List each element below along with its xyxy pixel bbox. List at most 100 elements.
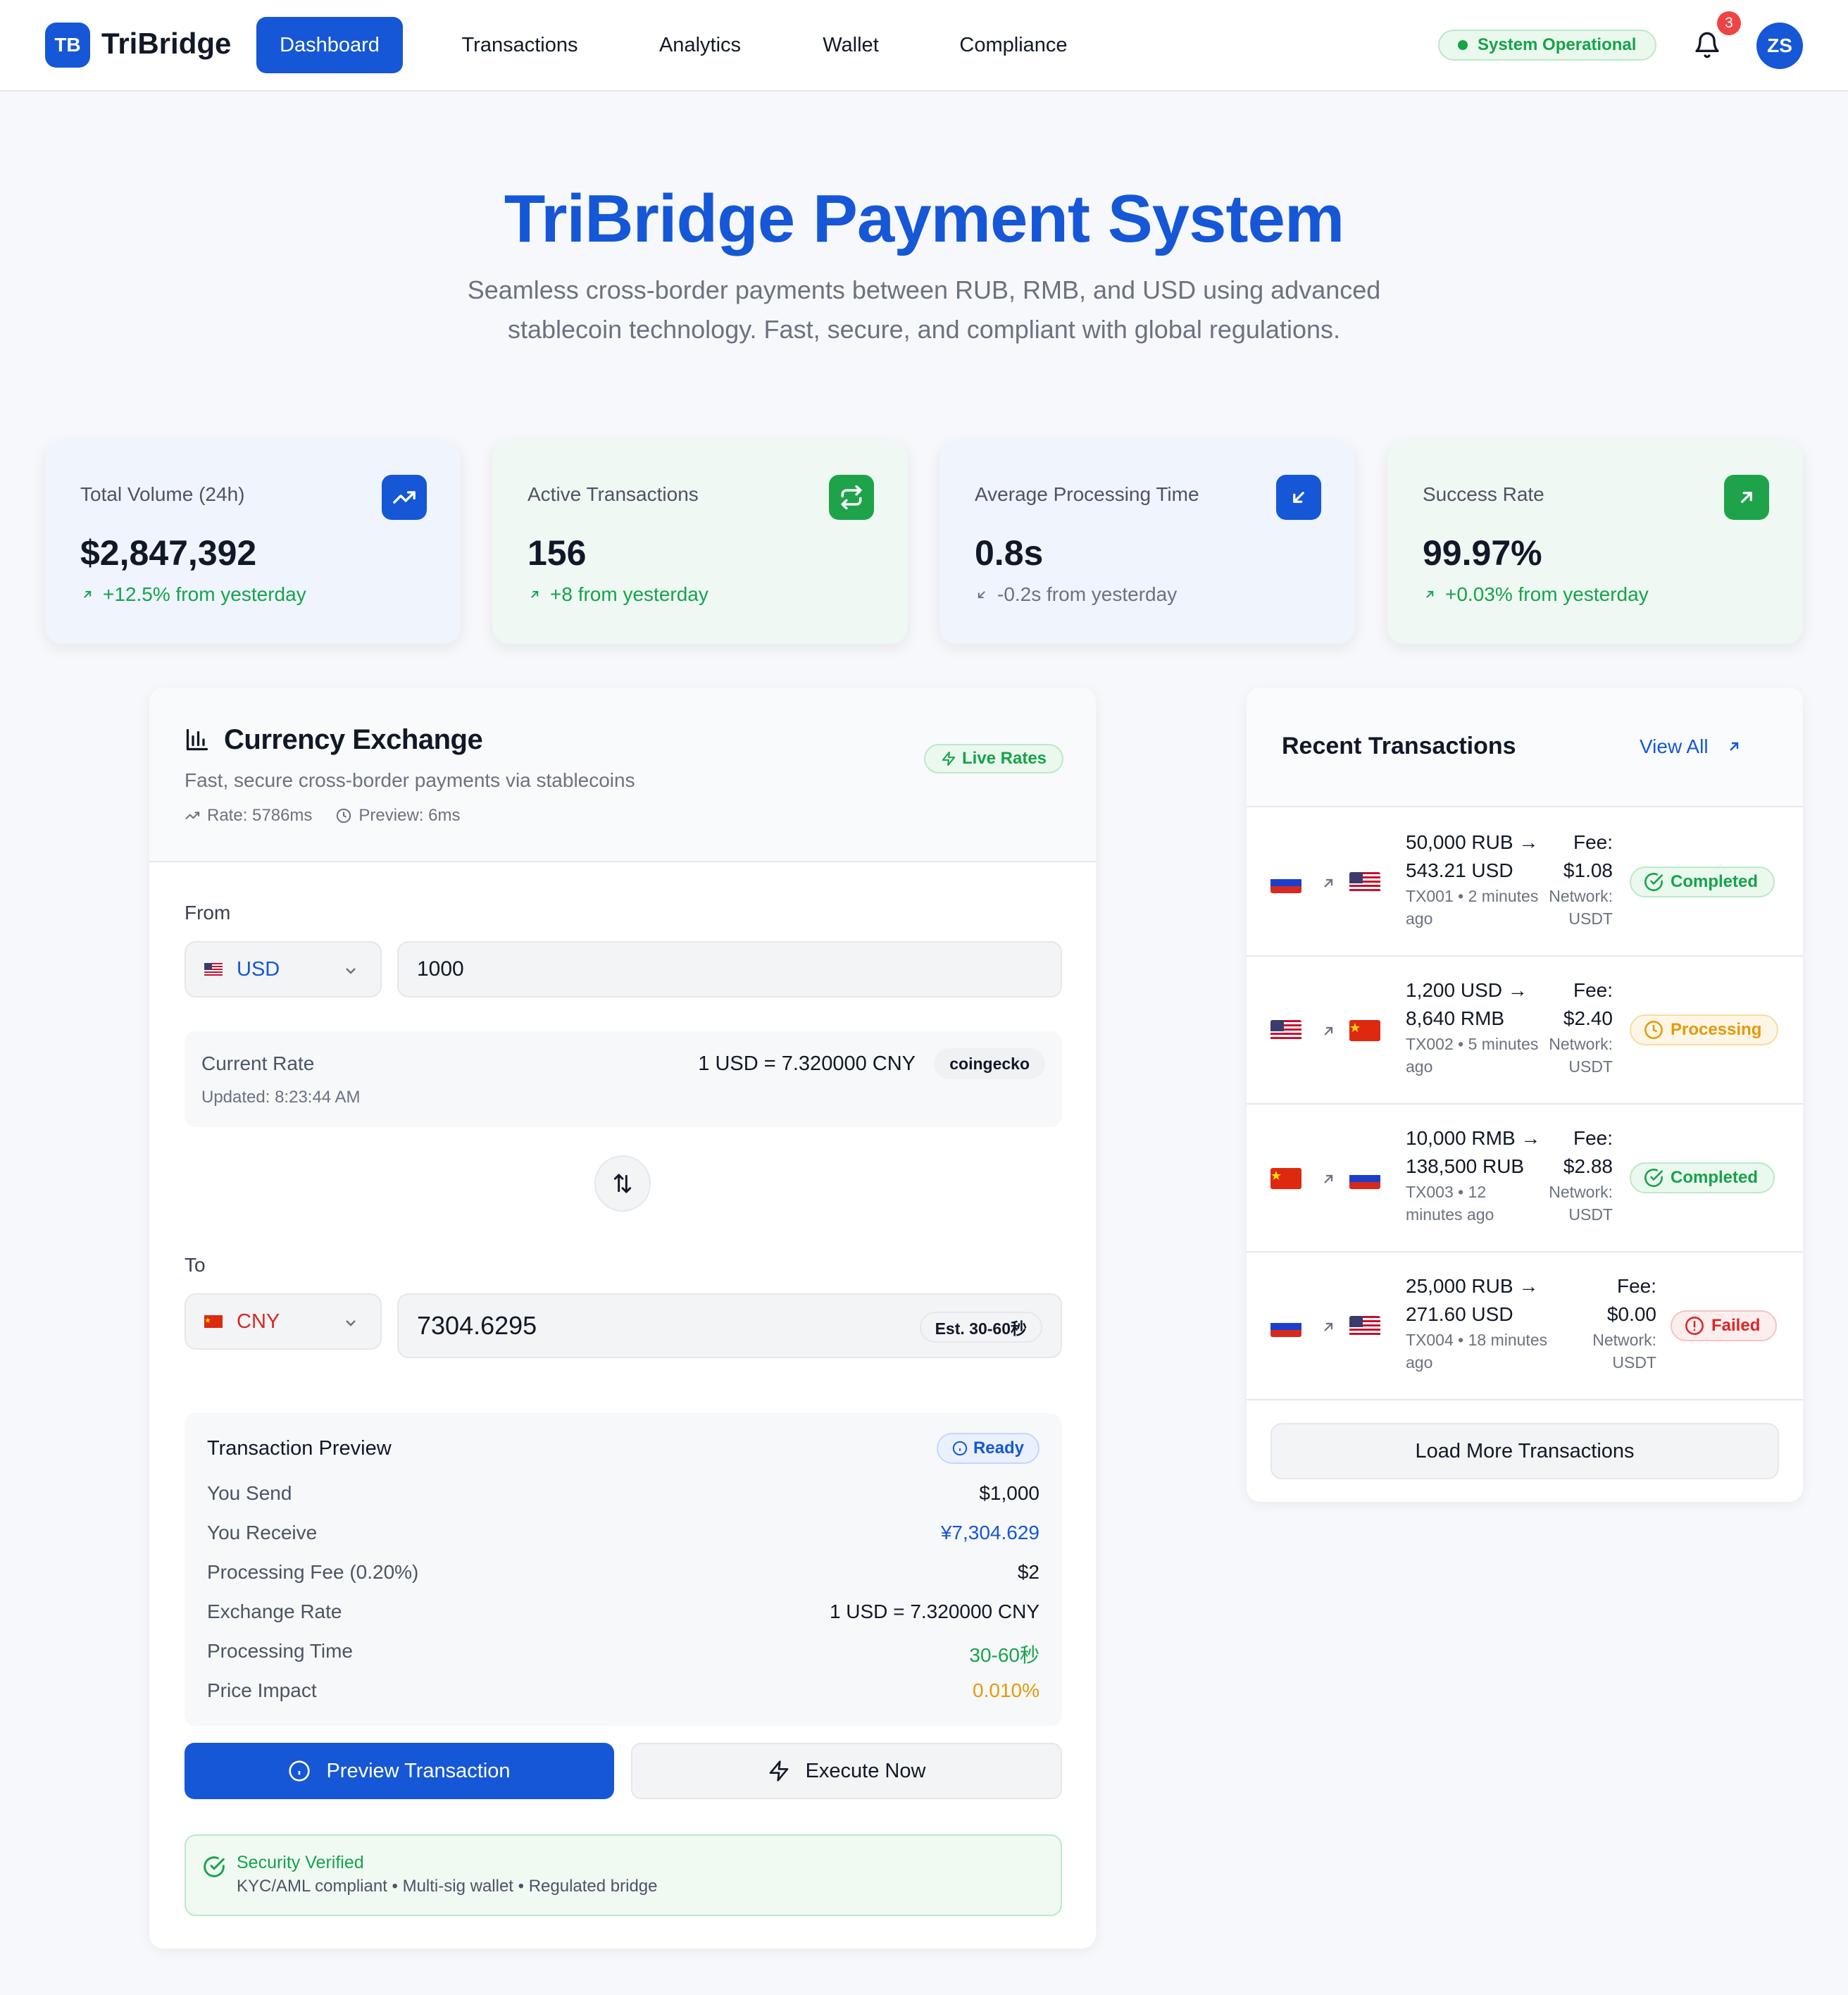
clock-icon — [1644, 1021, 1663, 1039]
preview-row-value: $1,000 — [979, 1482, 1040, 1504]
user-avatar[interactable]: ZS — [1756, 23, 1803, 69]
exchange-subtitle: Fast, secure cross-border payments via s… — [185, 769, 635, 791]
us-flag-icon — [1270, 1020, 1301, 1041]
check-circle-icon — [204, 1856, 225, 1877]
page-subtitle: Seamless cross-border payments between R… — [467, 275, 1381, 344]
stat-delta: +8 from yesterday — [527, 583, 708, 606]
view-all-label: View All — [1640, 735, 1709, 757]
preview-row: You Receive ¥7,304.629 — [207, 1522, 1040, 1550]
stat-value: $2,847,392 — [80, 533, 257, 573]
stat-card-total-volume: Total Volume (24h) $2,847,392 +12.5% fro… — [45, 441, 461, 644]
preview-row: Exchange Rate 1 USD = 7.320000 CNY — [207, 1601, 1040, 1629]
current-rate-box: Current Rate Updated: 8:23:44 AM 1 USD =… — [185, 1031, 1062, 1127]
top-navigation-bar: TB TriBridge Dashboard Transactions Anal… — [0, 0, 1848, 92]
clock-icon — [337, 808, 351, 824]
preview-row: You Send $1,000 — [207, 1482, 1040, 1510]
fee-value: $1.08 — [1563, 859, 1613, 881]
exchange-header: Currency Exchange Fast, secure cross-bor… — [149, 688, 1096, 862]
transaction-line1: 25,000 RUB → — [1406, 1275, 1539, 1297]
live-rates-label: Live Rates — [961, 749, 1047, 768]
us-flag-icon — [1349, 1316, 1380, 1337]
to-label: To — [185, 1254, 206, 1276]
load-more-transactions-button[interactable]: Load More Transactions — [1270, 1423, 1779, 1479]
rate-timing: Rate: 5786ms — [207, 806, 313, 825]
lightning-icon — [942, 751, 956, 766]
to-amount-output: 7304.6295 Est. 30-60秒 — [397, 1293, 1062, 1358]
estimate-time-badge: Est. 30-60秒 — [919, 1312, 1042, 1343]
transaction-fee: Fee: $1.08 Network: USDT — [1525, 828, 1613, 930]
status-badge-processing: Processing — [1630, 1014, 1779, 1045]
stat-card-active-transactions: Active Transactions 156 +8 from yesterda… — [492, 441, 908, 644]
preview-row-label: Processing Fee (0.20%) — [207, 1561, 419, 1583]
chevron-down-icon — [346, 968, 356, 974]
preview-row-label: Price Impact — [207, 1679, 317, 1701]
nav-wallet[interactable]: Wallet — [796, 17, 906, 73]
recent-transactions-header: Recent Transactions View All — [1247, 688, 1803, 807]
preview-transaction-button[interactable]: Preview Transaction — [185, 1743, 614, 1799]
to-currency-select[interactable]: CNY — [185, 1293, 382, 1350]
arrow-up-right-icon — [1724, 475, 1769, 520]
system-status-text: System Operational — [1478, 35, 1637, 54]
nav-analytics[interactable]: Analytics — [625, 17, 775, 73]
network-label: Network: USDT — [1549, 887, 1613, 928]
swap-vertical-icon — [613, 1174, 632, 1193]
to-amount-value: 7304.6295 — [417, 1311, 537, 1340]
arrow-up-right-icon — [1324, 1174, 1333, 1183]
preview-row-label: You Send — [207, 1482, 292, 1504]
trending-up-icon — [185, 812, 200, 820]
rate-updated: Updated: 8:23:44 AM — [201, 1088, 361, 1107]
status-text: Processing — [1671, 1020, 1762, 1039]
status-text: Completed — [1671, 872, 1759, 891]
ru-flag-icon — [1270, 1316, 1301, 1337]
transaction-line2: 271.60 USD — [1406, 1303, 1513, 1325]
cn-flag-icon — [1349, 1020, 1380, 1041]
bell-icon[interactable] — [1693, 31, 1721, 59]
network-label: Network: USDT — [1549, 1183, 1613, 1224]
transaction-row[interactable]: 10,000 RMB → 138,500 RUB TX003 • 12 minu… — [1247, 1105, 1803, 1253]
from-amount-input[interactable]: 1000 — [397, 941, 1062, 997]
arrow-up-right-icon — [1324, 1322, 1333, 1331]
recent-transactions-title: Recent Transactions — [1282, 733, 1516, 759]
cn-flag-icon — [204, 1315, 223, 1328]
security-verified-notice: Security Verified KYC/AML compliant • Mu… — [185, 1834, 1062, 1916]
transaction-meta: TX004 • 18 minutes ago — [1406, 1331, 1548, 1372]
check-circle-icon — [1644, 1169, 1663, 1187]
swap-currencies-button[interactable] — [594, 1155, 651, 1212]
fee-value: $2.40 — [1563, 1007, 1613, 1029]
execute-now-button[interactable]: Execute Now — [631, 1743, 1062, 1799]
nav-compliance[interactable]: Compliance — [927, 17, 1100, 73]
preview-row-label: Exchange Rate — [207, 1601, 342, 1622]
from-currency-select[interactable]: USD — [185, 941, 382, 997]
notification-count-badge: 3 — [1717, 11, 1741, 35]
rate-label: Current Rate — [201, 1052, 315, 1074]
app-name[interactable]: TriBridge — [101, 27, 231, 61]
stat-label: Success Rate — [1423, 483, 1544, 505]
transaction-row[interactable]: 1,200 USD → 8,640 RMB TX002 • 5 minutes … — [1247, 957, 1803, 1105]
nav-dashboard[interactable]: Dashboard — [256, 17, 403, 73]
preview-row-value: 0.010% — [973, 1679, 1040, 1701]
fee-value: $2.88 — [1563, 1155, 1613, 1177]
status-badge-completed: Completed — [1630, 1162, 1775, 1193]
preview-timing: Preview: 6ms — [358, 806, 461, 825]
stat-label: Active Transactions — [527, 483, 699, 505]
alert-circle-icon — [1685, 1317, 1704, 1335]
stat-label: Total Volume (24h) — [80, 483, 245, 505]
preview-row: Processing Fee (0.20%) $2 — [207, 1561, 1040, 1589]
logo-badge[interactable]: TB — [45, 23, 90, 68]
stat-delta-text: +0.03% from yesterday — [1445, 583, 1649, 605]
us-flag-icon — [204, 963, 223, 976]
stat-delta-text: +8 from yesterday — [550, 583, 708, 605]
stat-delta-text: -0.2s from yesterday — [997, 583, 1178, 605]
preview-row-value: $2 — [1017, 1561, 1040, 1583]
nav-transactions[interactable]: Transactions — [437, 17, 603, 73]
transaction-amounts: 25,000 RUB → 271.60 USD TX004 • 18 minut… — [1406, 1272, 1575, 1374]
transaction-row[interactable]: 50,000 RUB → 543.21 USD TX001 • 2 minute… — [1247, 809, 1803, 957]
us-flag-icon — [1349, 872, 1380, 893]
stat-delta: +0.03% from yesterday — [1423, 583, 1649, 606]
preview-title: Transaction Preview — [207, 1437, 392, 1460]
transaction-row[interactable]: 25,000 RUB → 271.60 USD TX004 • 18 minut… — [1247, 1253, 1803, 1400]
system-status-badge: System Operational — [1438, 30, 1656, 61]
stat-delta: -0.2s from yesterday — [975, 583, 1177, 606]
check-circle-icon — [1644, 873, 1663, 891]
view-all-link[interactable]: View All — [1640, 735, 1742, 758]
